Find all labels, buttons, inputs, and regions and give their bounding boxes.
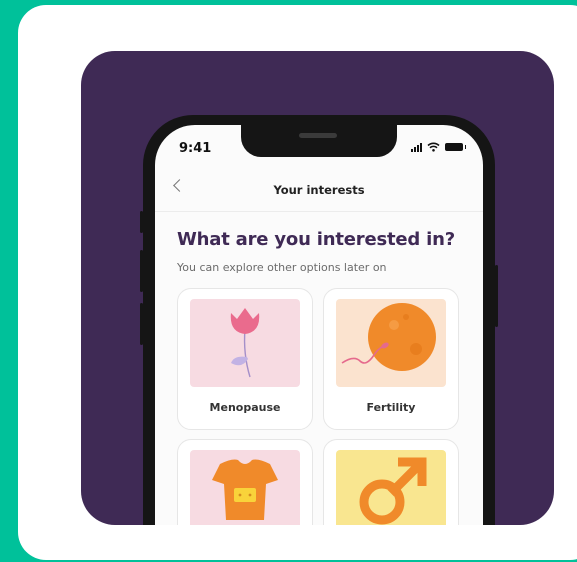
speaker-grille [299,133,337,138]
phone-mockup: 9:41 Your interests What are you interes… [140,115,498,525]
nav-title: Your interests [273,183,365,197]
option-image [336,450,446,525]
status-time: 9:41 [179,141,212,156]
option-image [190,450,300,525]
option-image [336,299,446,387]
phone-screen: 9:41 Your interests What are you interes… [155,125,483,525]
phone-power-button [495,265,498,327]
wifi-icon [427,142,440,152]
promo-panel: 9:41 Your interests What are you interes… [81,51,554,525]
content-card: 9:41 Your interests What are you interes… [18,5,577,560]
option-label: Menopause [209,401,281,414]
cellular-signal-icon [411,142,422,152]
phone-notch [241,125,397,157]
phone-volume-down-button [140,303,143,345]
battery-icon [445,143,466,151]
status-icons [411,142,466,152]
option-fertility[interactable]: Fertility [323,288,459,430]
phone-volume-up-button [140,250,143,292]
option-pregnancy[interactable] [177,439,313,525]
option-image [190,299,300,387]
navigation-bar: Your interests [155,171,483,212]
baby-onesie-icon [212,459,278,520]
male-symbol-icon [359,457,427,525]
option-male[interactable] [323,439,459,525]
option-menopause[interactable]: Menopause [177,288,313,430]
page-heading: What are you interested in? [177,229,455,250]
egg-sperm-icon [341,303,436,371]
page-subheading: You can explore other options later on [177,261,387,274]
phone-mute-switch [140,211,143,233]
option-label: Fertility [366,401,416,414]
tulip-icon [230,308,260,378]
